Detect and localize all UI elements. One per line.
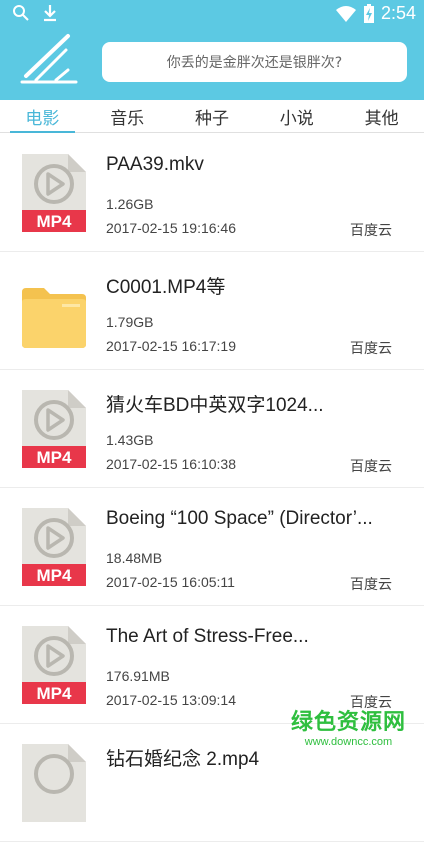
- file-date: 2017-02-15 16:05:11: [106, 574, 235, 590]
- file-name: 钻石婚纪念 2.mp4: [106, 749, 260, 770]
- wifi-icon: [335, 5, 356, 22]
- tab-torrent[interactable]: 种子: [170, 100, 255, 132]
- mp4-file-icon: MP4: [22, 508, 86, 586]
- search-placeholder: 你丢的是金胖次还是银胖次?: [166, 55, 343, 71]
- file-size: 18.48MB: [106, 550, 163, 566]
- file-size: 1.43GB: [106, 432, 154, 448]
- tab-other[interactable]: 其他: [339, 100, 424, 132]
- list-item[interactable]: MP4 The Art of Stress-Free... 176.91MB 2…: [0, 606, 424, 724]
- status-time: 2:54: [380, 3, 416, 23]
- file-date: 2017-02-15 19:16:46: [106, 220, 236, 236]
- tab-music[interactable]: 音乐: [85, 100, 170, 132]
- list-item[interactable]: MP4 Boeing “100 Space” (Director’... 18.…: [0, 488, 424, 606]
- mp4-file-icon: MP4: [22, 154, 86, 232]
- download-icon: [44, 5, 56, 22]
- file-name: Boeing “100 Space” (Director’...: [106, 508, 373, 529]
- file-date: 2017-02-15 13:09:14: [106, 692, 236, 708]
- search-icon: [13, 5, 29, 21]
- file-size: 1.79GB: [106, 314, 154, 330]
- mp4-badge: MP4: [37, 566, 73, 585]
- file-source: 百度云: [350, 695, 392, 711]
- search-input[interactable]: 你丢的是金胖次还是银胖次?: [102, 42, 407, 82]
- file-size: 1.26GB: [106, 196, 154, 212]
- file-name: 猜火车BD中英双字1024...: [106, 395, 324, 416]
- app-logo-icon: [20, 34, 78, 84]
- battery-charging-icon: [363, 3, 374, 23]
- mp4-badge: MP4: [37, 212, 73, 231]
- mp4-file-icon: MP4: [22, 390, 86, 468]
- file-name: C0001.MP4等: [106, 277, 226, 298]
- category-tabs: 电影 音乐 种子 小说 其他: [0, 100, 424, 133]
- list-item[interactable]: MP4 PAA39.mkv 1.26GB 2017-02-15 19:16:46…: [0, 134, 424, 252]
- file-list: MP4 PAA39.mkv 1.26GB 2017-02-15 19:16:46…: [0, 134, 424, 842]
- file-name: The Art of Stress-Free...: [106, 626, 309, 647]
- folder-icon: [22, 288, 86, 348]
- file-name: PAA39.mkv: [106, 154, 204, 175]
- mp4-file-icon: [22, 744, 86, 822]
- mp4-badge: MP4: [37, 448, 73, 467]
- app-header: 你丢的是金胖次还是银胖次?: [0, 28, 424, 100]
- file-date: 2017-02-15 16:17:19: [106, 338, 236, 354]
- list-item[interactable]: 钻石婚纪念 2.mp4: [0, 724, 424, 842]
- mp4-file-icon: MP4: [22, 626, 86, 704]
- file-source: 百度云: [350, 459, 392, 475]
- status-bar: 2:54: [0, 0, 424, 28]
- file-source: 百度云: [350, 577, 392, 593]
- list-item[interactable]: MP4 猜火车BD中英双字1024... 1.43GB 2017-02-15 1…: [0, 370, 424, 488]
- tab-movie[interactable]: 电影: [0, 100, 85, 133]
- file-source: 百度云: [350, 341, 392, 357]
- file-date: 2017-02-15 16:10:38: [106, 456, 236, 472]
- mp4-badge: MP4: [37, 684, 73, 703]
- file-source: 百度云: [350, 223, 392, 239]
- tab-novel[interactable]: 小说: [254, 100, 339, 132]
- file-size: 176.91MB: [106, 668, 170, 684]
- list-item[interactable]: C0001.MP4等 1.79GB 2017-02-15 16:17:19 百度…: [0, 252, 424, 370]
